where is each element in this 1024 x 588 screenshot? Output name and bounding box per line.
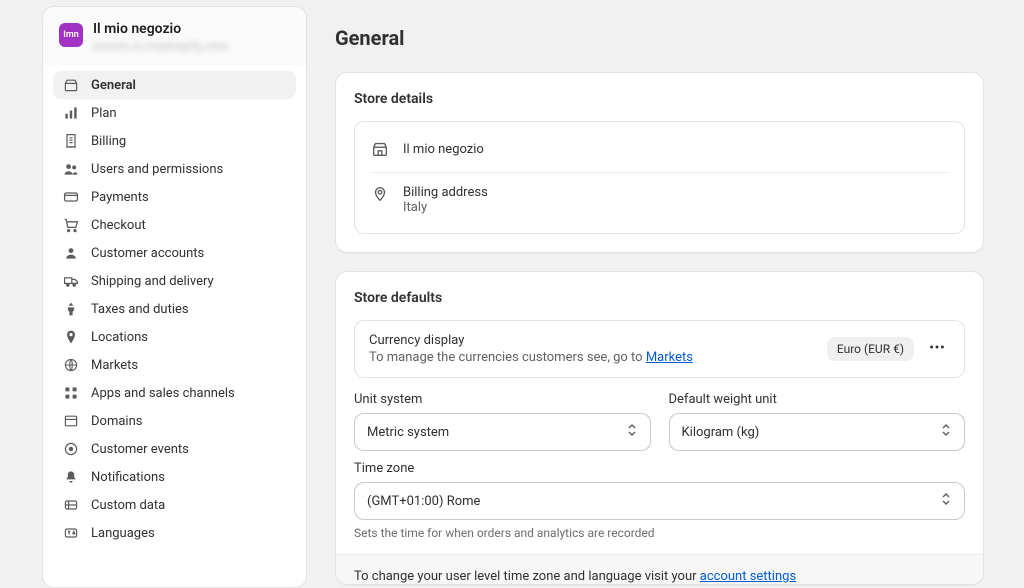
sidebar-item-label: Plan xyxy=(91,106,117,121)
sidebar-item-label: General xyxy=(91,78,136,93)
timezone-select[interactable]: (GMT+01:00) Rome xyxy=(354,482,965,520)
events-icon xyxy=(63,441,79,457)
sidebar-item-label: Payments xyxy=(91,190,149,205)
cart-icon xyxy=(63,217,79,233)
currency-pill: Euro (EUR €) xyxy=(827,337,914,361)
card-icon xyxy=(63,189,79,205)
sidebar-item-plan[interactable]: Plan xyxy=(53,99,296,127)
store-defaults-heading: Store defaults xyxy=(354,290,965,306)
sidebar-item-customer-events[interactable]: Customer events xyxy=(53,435,296,463)
sidebar-item-label: Notifications xyxy=(91,470,165,485)
chevron-updown-icon xyxy=(626,423,638,441)
sidebar-item-checkout[interactable]: Checkout xyxy=(53,211,296,239)
sidebar-item-label: Taxes and duties xyxy=(91,302,189,317)
store-name-row[interactable]: Il mio negozio xyxy=(371,136,948,162)
store-details-card: Store details Il mio negozio Billing add… xyxy=(335,72,984,253)
store-name-value: Il mio negozio xyxy=(403,142,484,157)
store-url-masked: xxxxxx.xx.myshopify.com xyxy=(93,39,229,53)
sidebar-item-label: Customer accounts xyxy=(91,246,204,261)
sidebar-item-label: Shipping and delivery xyxy=(91,274,214,289)
sidebar-item-label: Markets xyxy=(91,358,138,373)
tax-icon xyxy=(63,301,79,317)
currency-display-label: Currency display xyxy=(369,333,693,348)
store-icon xyxy=(371,140,389,158)
store-name: Il mio negozio xyxy=(93,21,229,37)
location-icon xyxy=(63,329,79,345)
weight-unit-label: Default weight unit xyxy=(669,392,966,407)
markets-link[interactable]: Markets xyxy=(646,350,693,365)
sidebar-item-users-and-permissions[interactable]: Users and permissions xyxy=(53,155,296,183)
sidebar-item-label: Locations xyxy=(91,330,148,345)
sidebar-item-label: Billing xyxy=(91,134,126,149)
chevron-updown-icon xyxy=(940,423,952,441)
sidebar-item-domains[interactable]: Domains xyxy=(53,407,296,435)
sidebar-item-apps-and-sales-channels[interactable]: Apps and sales channels xyxy=(53,379,296,407)
person-icon xyxy=(63,245,79,261)
sidebar-header: Imn Il mio negozio xxxxxx.xx.myshopify.c… xyxy=(43,7,306,65)
data-icon xyxy=(63,497,79,513)
sidebar-item-shipping-and-delivery[interactable]: Shipping and delivery xyxy=(53,267,296,295)
timezone-hint: Sets the time for when orders and analyt… xyxy=(354,526,965,540)
timezone-label: Time zone xyxy=(354,461,965,476)
sidebar-item-notifications[interactable]: Notifications xyxy=(53,463,296,491)
sidebar-item-label: Custom data xyxy=(91,498,165,513)
bell-icon xyxy=(63,469,79,485)
truck-icon xyxy=(63,273,79,289)
users-icon xyxy=(63,161,79,177)
billing-address-label: Billing address xyxy=(403,185,488,200)
sidebar-item-languages[interactable]: Languages xyxy=(53,519,296,547)
sidebar-item-label: Checkout xyxy=(91,218,146,233)
timezone-value: (GMT+01:00) Rome xyxy=(367,494,480,509)
chart-icon xyxy=(63,105,79,121)
weight-unit-select[interactable]: Kilogram (kg) xyxy=(669,413,966,451)
sidebar-item-label: Apps and sales channels xyxy=(91,386,235,401)
unit-system-label: Unit system xyxy=(354,392,651,407)
sidebar-item-billing[interactable]: Billing xyxy=(53,127,296,155)
sidebar-item-label: Customer events xyxy=(91,442,189,457)
sidebar-item-general[interactable]: General xyxy=(53,71,296,99)
currency-hint-prefix: To manage the currencies customers see, … xyxy=(369,350,646,365)
domains-icon xyxy=(63,413,79,429)
chevron-updown-icon xyxy=(940,492,952,510)
lang-icon xyxy=(63,525,79,541)
currency-more-icon[interactable] xyxy=(924,334,950,364)
billing-address-row[interactable]: Billing address Italy xyxy=(371,172,948,219)
billing-address-value: Italy xyxy=(403,200,488,215)
store-details-heading: Store details xyxy=(354,91,965,107)
sidebar-item-label: Languages xyxy=(91,526,155,541)
settings-nav: General Plan Billing Users and permissions P… xyxy=(43,65,306,557)
sidebar-item-locations[interactable]: Locations xyxy=(53,323,296,351)
sidebar-item-payments[interactable]: Payments xyxy=(53,183,296,211)
apps-icon xyxy=(63,385,79,401)
currency-display-box: Currency display To manage the currencie… xyxy=(354,320,965,378)
location-pin-icon xyxy=(371,185,389,203)
sidebar-item-custom-data[interactable]: Custom data xyxy=(53,491,296,519)
settings-sidebar: Imn Il mio negozio xxxxxx.xx.myshopify.c… xyxy=(42,6,307,588)
unit-system-select[interactable]: Metric system xyxy=(354,413,651,451)
account-settings-link[interactable]: account settings xyxy=(700,569,796,584)
page-title: General xyxy=(335,26,984,50)
settings-home-icon xyxy=(63,77,79,93)
footer-note-prefix: To change your user level time zone and … xyxy=(354,569,700,584)
unit-system-value: Metric system xyxy=(367,425,449,440)
main-content: General Store details Il mio negozio Bil… xyxy=(307,6,1024,588)
receipt-icon xyxy=(63,133,79,149)
sidebar-item-markets[interactable]: Markets xyxy=(53,351,296,379)
store-defaults-card: Store defaults Currency display To manag… xyxy=(335,271,984,585)
globe-icon xyxy=(63,357,79,373)
store-badge-icon: Imn xyxy=(59,23,83,47)
sidebar-item-customer-accounts[interactable]: Customer accounts xyxy=(53,239,296,267)
sidebar-item-taxes-and-duties[interactable]: Taxes and duties xyxy=(53,295,296,323)
weight-unit-value: Kilogram (kg) xyxy=(682,425,760,440)
sidebar-item-label: Domains xyxy=(91,414,142,429)
sidebar-item-label: Users and permissions xyxy=(91,162,223,177)
